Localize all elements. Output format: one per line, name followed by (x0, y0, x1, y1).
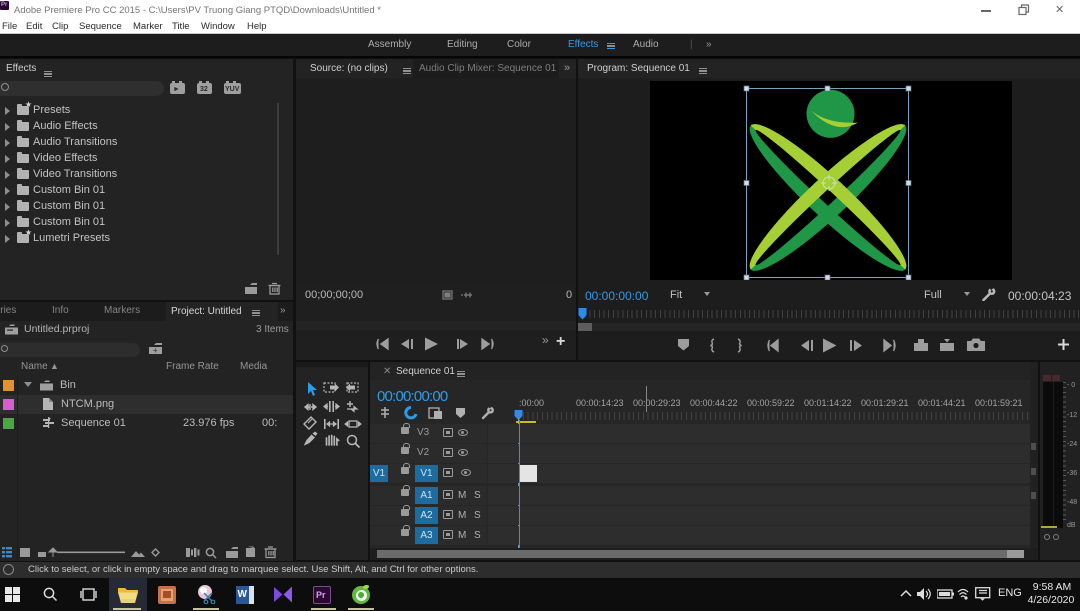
svg-text:►: ► (173, 86, 180, 93)
svg-text:+: + (153, 346, 158, 355)
svg-text:32: 32 (200, 86, 208, 93)
svg-text:YUV: YUV (225, 86, 240, 93)
